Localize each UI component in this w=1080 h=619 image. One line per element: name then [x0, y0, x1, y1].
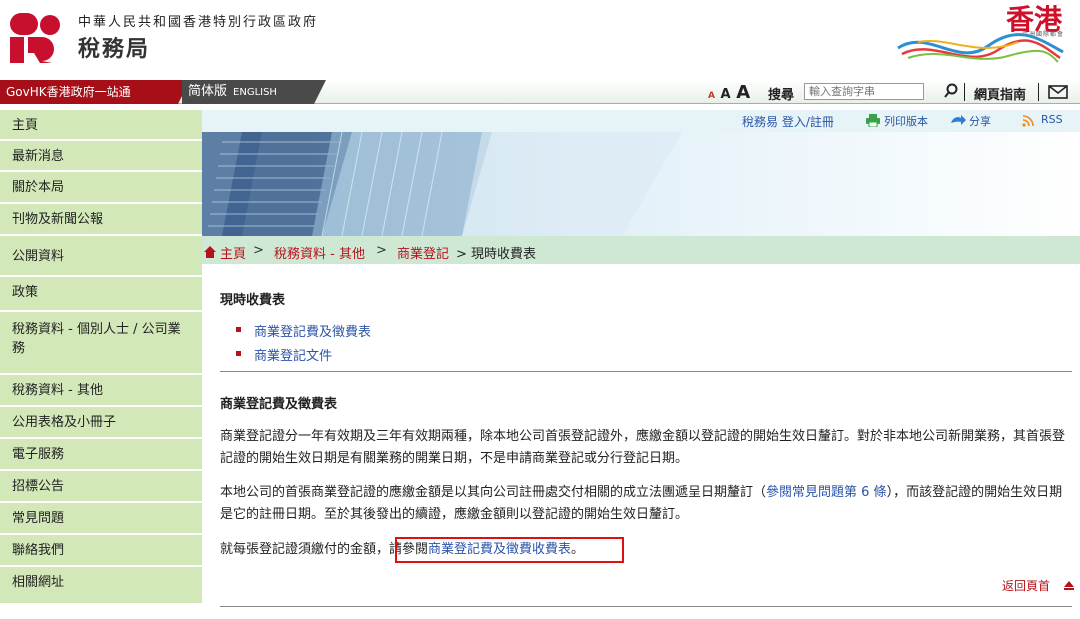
ird-logo-icon[interactable]: [10, 13, 62, 63]
rss-icon[interactable]: [1022, 115, 1034, 127]
sidebar-item-tax-other[interactable]: 稅務資料 - 其他: [0, 375, 202, 406]
site-header: 中華人民共和國香港特別行政區政府 稅務局 香港 亞洲國際都會: [0, 0, 1080, 72]
link-business-registration-documents[interactable]: 商業登記文件: [254, 345, 332, 364]
back-to-top-link[interactable]: 返回頁首: [1002, 577, 1050, 594]
language-tab-edge: [314, 80, 326, 104]
sidebar-item-e-services[interactable]: 電子服務: [0, 439, 202, 470]
section-title: 商業登記費及徵費表: [220, 397, 338, 412]
sidebar-item-publications[interactable]: 刊物及新聞公報: [0, 204, 202, 235]
breadcrumb-tax-other[interactable]: 稅務資料 - 其他: [274, 243, 365, 262]
page-title: 現時收費表: [220, 293, 286, 308]
bullet-icon: [236, 351, 241, 356]
building-banner-graphic: [202, 132, 682, 236]
print-link[interactable]: 列印版本: [884, 113, 928, 129]
department-name[interactable]: 稅務局: [78, 31, 150, 63]
english-link[interactable]: ENGLISH: [233, 87, 277, 98]
home-icon[interactable]: [204, 246, 216, 258]
font-size-controls: A A A: [708, 82, 750, 103]
sidebar-item-faq[interactable]: 常見問題: [0, 503, 202, 534]
share-link[interactable]: 分享: [969, 113, 991, 129]
mail-icon[interactable]: [1048, 85, 1068, 99]
sidebar-item-forms[interactable]: 公用表格及小冊子: [0, 407, 202, 438]
breadcrumb-separator: >: [253, 243, 264, 258]
dragon-swoosh-icon: [897, 33, 1064, 63]
search-icon[interactable]: [944, 83, 958, 99]
sidebar-item-about[interactable]: 關於本局: [0, 172, 202, 203]
breadcrumb-home[interactable]: 主頁: [220, 243, 246, 262]
section-divider: [220, 606, 1072, 607]
print-icon[interactable]: [866, 114, 880, 127]
back-to-top-icon[interactable]: [1064, 581, 1074, 590]
simplified-chinese-link[interactable]: 简体版: [188, 84, 227, 99]
toolbar-divider: [964, 83, 965, 101]
page-banner-image: [202, 132, 1080, 236]
toolbar-divider: [1038, 83, 1039, 101]
sidebar-item-open-data[interactable]: 公開資料: [0, 236, 202, 276]
share-icon[interactable]: [950, 115, 966, 127]
sidebar-item-links[interactable]: 相關網址: [0, 567, 202, 604]
brand-hk-logo[interactable]: 香港 亞洲國際都會: [880, 0, 1076, 70]
sidebar-item-policy[interactable]: 政策: [0, 277, 202, 311]
breadcrumb-current: > 現時收費表: [456, 247, 537, 262]
faq-6-link[interactable]: 參閱常見問題第 6 條: [766, 485, 887, 500]
government-name: 中華人民共和國香港特別行政區政府: [78, 15, 319, 30]
bullet-icon: [236, 327, 241, 332]
search-input[interactable]: [804, 83, 924, 100]
paragraph-local-company: 本地公司的首張商業登記證的應繳金額是以其向公司註冊處交付相關的成立法團遞呈日期釐…: [220, 482, 1072, 526]
etax-login-link[interactable]: 稅務易 登入/註冊: [742, 113, 834, 130]
font-medium-button[interactable]: A: [721, 87, 731, 102]
top-navigation-bar: GovHK香港政府一站通 简体版 ENGLISH A A A 搜尋 網頁指南: [0, 80, 1080, 104]
govhk-link[interactable]: GovHK香港政府一站通: [0, 80, 178, 104]
breadcrumb-separator: >: [376, 243, 387, 258]
sidebar-item-tax-individual-business[interactable]: 稅務資料 - 個別人士 / 公司業務: [0, 312, 202, 374]
paragraph-text: 就每張登記證須繳付的金額，: [220, 542, 390, 557]
site-guide-link[interactable]: 網頁指南: [974, 84, 1026, 103]
sidebar-item-home[interactable]: 主頁: [0, 110, 202, 140]
link-fee-levy-table[interactable]: 商業登記費及徵費表: [254, 321, 371, 340]
sidebar-item-tenders[interactable]: 招標公告: [0, 471, 202, 502]
section-divider: [220, 371, 1072, 372]
sidebar-menu: 主頁 最新消息 關於本局 刊物及新聞公報 公開資料 政策 稅務資料 - 個別人士…: [0, 110, 202, 619]
rss-link[interactable]: RSS: [1041, 113, 1063, 126]
utility-bar: [202, 110, 1080, 132]
language-tab: 简体版 ENGLISH: [182, 80, 314, 104]
breadcrumb-business-registration[interactable]: 商業登記: [397, 243, 449, 262]
sidebar-item-news[interactable]: 最新消息: [0, 141, 202, 171]
paragraph-validity: 商業登記證分一年有效期及三年有效期兩種，除本地公司首張登記證外，應繳金額以登記證…: [220, 429, 1066, 466]
font-small-button[interactable]: A: [708, 91, 715, 101]
paragraph-text: 本地公司的首張商業登記證的應繳金額是以其向公司註冊處交付相關的成立法團遞呈日期釐…: [220, 485, 767, 500]
paragraph-fee-reference: 就每張登記證須繳付的金額，請參閱商業登記費及徵費收費表。: [220, 539, 1072, 561]
search-label: 搜尋: [768, 88, 795, 103]
sidebar-item-contact[interactable]: 聯絡我們: [0, 535, 202, 566]
font-large-button[interactable]: A: [736, 82, 750, 103]
highlight-box: [395, 537, 624, 563]
